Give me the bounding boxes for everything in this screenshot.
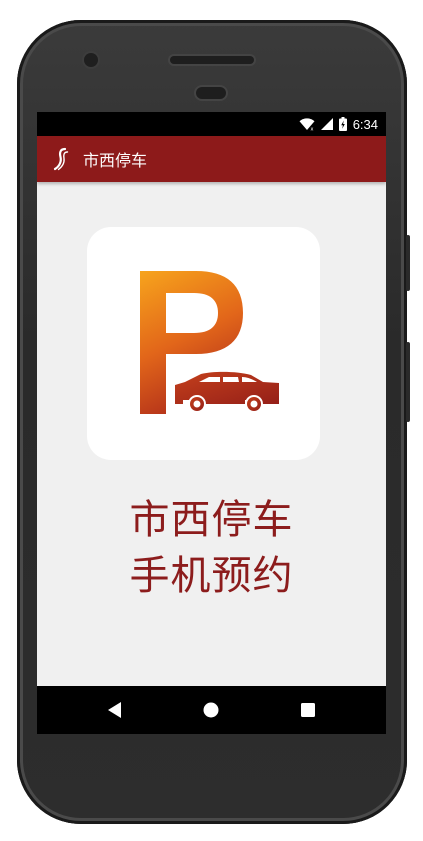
parking-car-logo (87, 227, 320, 460)
recents-icon (301, 703, 315, 717)
status-time: 6:34 (352, 116, 378, 132)
parking-logo-icon (140, 271, 279, 414)
headline-line-1: 市西停车 (129, 497, 294, 543)
app-bar: 市西停车 (37, 136, 386, 182)
app-logo-icon (53, 147, 69, 171)
back-icon (108, 702, 121, 718)
sensor (196, 87, 226, 99)
earpiece-speaker (170, 56, 254, 64)
wifi-icon: x (299, 117, 315, 131)
svg-text:x: x (310, 126, 313, 131)
cellular-signal-icon (320, 118, 333, 130)
power-button (406, 342, 410, 422)
screen: x 6:34 市西停车 市西停车 手机预约 (37, 112, 386, 734)
navigation-bar (37, 686, 386, 734)
recents-button[interactable] (284, 686, 332, 734)
app-title: 市西停车 (83, 151, 148, 170)
status-bar: x 6:34 (37, 112, 386, 136)
volume-button (406, 235, 410, 291)
battery-charging-icon (338, 117, 347, 131)
home-button[interactable] (187, 686, 235, 734)
car-icon (175, 371, 279, 413)
front-camera (84, 53, 98, 67)
headline-line-2: 手机预约 (129, 553, 294, 599)
back-button[interactable] (91, 686, 139, 734)
home-icon (203, 702, 219, 718)
